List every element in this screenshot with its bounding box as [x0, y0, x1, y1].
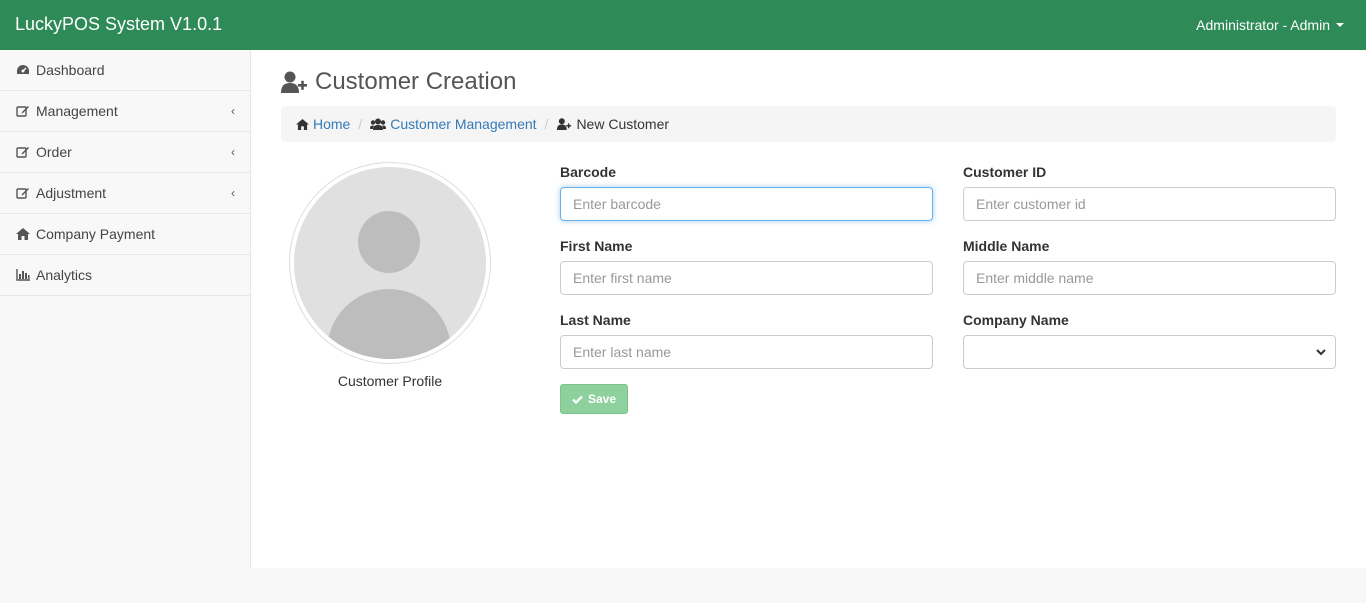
main-content: Customer Creation Home / Customer Manage…: [251, 50, 1366, 568]
chevron-down-icon: [1316, 349, 1326, 356]
middle-name-input[interactable]: [963, 261, 1336, 295]
barcode-label: Barcode: [560, 164, 617, 180]
user-menu[interactable]: Administrator - Admin: [1196, 17, 1344, 33]
sidebar-item-label: Management: [36, 103, 118, 119]
breadcrumb-customer-management-label: Customer Management: [390, 116, 537, 132]
top-navbar: LuckyPOS System V1.0.1 Administrator - A…: [0, 0, 1366, 50]
page-title-text: Customer Creation: [315, 68, 517, 95]
breadcrumb-separator: /: [544, 116, 549, 132]
last-name-input[interactable]: [560, 335, 933, 369]
sidebar-item-label: Company Payment: [36, 226, 156, 242]
save-button[interactable]: Save: [560, 384, 628, 414]
edit-icon: [16, 104, 30, 118]
bar-chart-icon: [16, 268, 30, 282]
sidebar: Dashboard Management ‹ Order ‹ Adjustmen…: [0, 50, 251, 568]
sidebar-item-management[interactable]: Management ‹: [0, 91, 250, 132]
chevron-left-icon: ‹: [231, 186, 235, 200]
customer-avatar[interactable]: [289, 162, 491, 364]
chevron-left-icon: ‹: [231, 104, 235, 118]
home-icon: [16, 227, 30, 241]
users-icon: [370, 118, 387, 130]
first-name-input[interactable]: [560, 261, 933, 295]
sidebar-item-order[interactable]: Order ‹: [0, 132, 250, 173]
page-title: Customer Creation: [281, 68, 516, 96]
check-icon: [572, 395, 583, 404]
brand-title[interactable]: LuckyPOS System V1.0.1: [15, 14, 222, 35]
home-icon: [296, 118, 309, 130]
last-name-label: Last Name: [560, 312, 631, 328]
save-button-label: Save: [587, 392, 617, 406]
breadcrumb: Home / Customer Management / New Custome…: [281, 106, 1336, 142]
caret-down-icon: [1336, 23, 1344, 27]
user-menu-label: Administrator - Admin: [1196, 17, 1330, 33]
customer-id-input[interactable]: [963, 187, 1336, 221]
avatar-placeholder-icon: [294, 167, 486, 359]
footer-area: [0, 568, 1366, 603]
sidebar-item-label: Adjustment: [36, 185, 107, 201]
barcode-input[interactable]: [560, 187, 933, 221]
edit-icon: [16, 145, 30, 159]
sidebar-item-dashboard[interactable]: Dashboard: [0, 50, 250, 91]
breadcrumb-current: New Customer: [556, 116, 669, 132]
customer-id-label: Customer ID: [963, 164, 1047, 180]
breadcrumb-home-label: Home: [313, 116, 351, 132]
avatar-caption: Customer Profile: [337, 373, 443, 389]
user-plus-icon: [556, 118, 572, 130]
sidebar-item-label: Analytics: [36, 267, 93, 283]
breadcrumb-customer-management[interactable]: Customer Management: [370, 116, 537, 132]
company-name-label: Company Name: [963, 312, 1069, 328]
sidebar-item-label: Dashboard: [36, 62, 105, 78]
breadcrumb-home[interactable]: Home: [296, 116, 350, 132]
breadcrumb-current-label: New Customer: [576, 116, 670, 132]
chevron-left-icon: ‹: [231, 145, 235, 159]
sidebar-item-company-payment[interactable]: Company Payment: [0, 214, 250, 255]
dashboard-icon: [16, 63, 30, 77]
sidebar-item-label: Order: [36, 144, 72, 160]
company-name-select[interactable]: [963, 335, 1336, 369]
first-name-label: First Name: [560, 238, 633, 254]
middle-name-label: Middle Name: [963, 238, 1050, 254]
sidebar-item-analytics[interactable]: Analytics: [0, 255, 250, 296]
sidebar-item-adjustment[interactable]: Adjustment ‹: [0, 173, 250, 214]
breadcrumb-separator: /: [358, 116, 363, 132]
user-plus-icon: [281, 71, 307, 93]
edit-icon: [16, 186, 30, 200]
